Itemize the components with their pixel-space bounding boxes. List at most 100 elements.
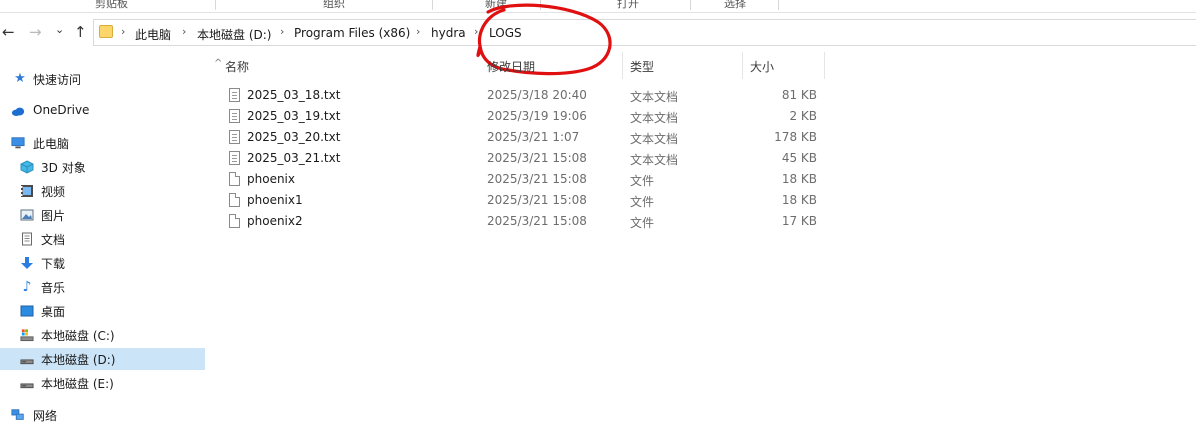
file-date: 2025/3/21 15:08 (487, 193, 587, 207)
sidebar-item-label: 文档 (41, 233, 66, 247)
sidebar-item-label: 视频 (41, 185, 66, 199)
breadcrumb-separator[interactable]: › (416, 25, 420, 38)
sidebar-item-label: 快速访问 (33, 73, 82, 87)
file-size: 45 KB (781, 151, 817, 165)
file-date: 2025/3/18 20:40 (487, 88, 587, 102)
file-name: phoenix1 (247, 193, 303, 207)
file-row[interactable]: 2025_03_20.txt 2025/3/21 1:07 文本文档 178 K… (207, 127, 827, 148)
ribbon-label-open[interactable]: 打开 (617, 0, 639, 11)
breadcrumb-hydra[interactable]: hydra (431, 26, 466, 40)
ribbon-strip: 剪贴板 组织 新建 打开 选择 (0, 0, 1196, 13)
column-header-label: 类型 (630, 60, 655, 74)
sidebar-item-network[interactable]: 网络 (0, 404, 205, 426)
sidebar-item-label: 桌面 (41, 305, 66, 319)
forward-button[interactable]: → (29, 24, 42, 40)
file-row[interactable]: phoenix1 2025/3/21 15:08 文件 18 KB (207, 190, 827, 211)
file-type: 文件 (630, 174, 655, 188)
file-size: 81 KB (781, 88, 817, 102)
sidebar-item-documents[interactable]: 文档 (0, 228, 205, 250)
picture-icon (20, 208, 34, 222)
sidebar-item-label: 图片 (41, 209, 66, 223)
sidebar-item-music[interactable]: ♪ 音乐 (0, 276, 205, 298)
file-name: 2025_03_19.txt (247, 109, 341, 123)
file-size: 18 KB (781, 172, 817, 186)
video-icon (20, 184, 34, 198)
breadcrumb-separator[interactable]: › (121, 25, 125, 38)
sidebar-item-label: 3D 对象 (41, 161, 86, 175)
ribbon-label-organize[interactable]: 组织 (323, 0, 345, 11)
file-type: 文本文档 (630, 111, 679, 125)
drive-icon (20, 376, 34, 390)
breadcrumb-separator[interactable]: › (280, 25, 284, 38)
file-name: 2025_03_18.txt (247, 88, 341, 102)
breadcrumb-program-files[interactable]: Program Files (x86) (294, 26, 410, 40)
column-header-type[interactable]: 类型 (623, 52, 743, 79)
sidebar-item-quick-access[interactable]: ★ 快速访问 (0, 68, 205, 90)
back-button[interactable]: ← (2, 24, 15, 40)
text-file-icon (229, 130, 240, 144)
ribbon-label-clipboard[interactable]: 剪贴板 (95, 0, 128, 11)
star-icon: ★ (14, 71, 26, 86)
file-type: 文本文档 (630, 90, 679, 104)
column-header-size[interactable]: 大小 (743, 52, 825, 79)
breadcrumb-separator[interactable]: › (182, 25, 186, 38)
sidebar-item-pictures[interactable]: 图片 (0, 204, 205, 226)
breadcrumb-separator[interactable]: › (474, 25, 478, 38)
document-icon (20, 232, 34, 246)
file-type: 文件 (630, 195, 655, 209)
column-header-label: 修改日期 (487, 60, 536, 74)
ribbon-separator (778, 0, 779, 10)
recent-locations-dropdown[interactable]: ⌄ (55, 22, 64, 38)
cloud-icon (11, 104, 25, 118)
sidebar-item-videos[interactable]: 视频 (0, 180, 205, 202)
ribbon-separator (432, 0, 433, 10)
navigation-bar: ← → ⌄ ↑ › 此电脑 › 本地磁盘 (D:) › Program File… (0, 16, 1196, 48)
file-size: 18 KB (781, 193, 817, 207)
file-name: phoenix (247, 172, 295, 186)
file-row[interactable]: 2025_03_21.txt 2025/3/21 15:08 文本文档 45 K… (207, 148, 827, 169)
column-header-label: 名称 (225, 60, 250, 74)
sidebar-item-label: 下载 (41, 257, 66, 271)
sidebar-item-onedrive[interactable]: OneDrive (0, 100, 205, 122)
sidebar-item-label: 本地磁盘 (E:) (41, 377, 114, 391)
column-header-name[interactable]: 名称 ^ (207, 52, 480, 79)
file-row[interactable]: phoenix2 2025/3/21 15:08 文件 17 KB (207, 211, 827, 232)
sidebar-item-desktop[interactable]: 桌面 (0, 300, 205, 322)
file-type: 文本文档 (630, 132, 679, 146)
breadcrumb-this-pc[interactable]: 此电脑 (135, 26, 171, 43)
text-file-icon (229, 109, 240, 123)
sidebar-item-drive-e[interactable]: 本地磁盘 (E:) (0, 372, 205, 394)
ribbon-separator (690, 0, 691, 10)
breadcrumb-logs[interactable]: LOGS (489, 26, 522, 40)
cube-icon (20, 160, 34, 174)
file-size: 178 KB (774, 130, 817, 144)
file-row[interactable]: 2025_03_19.txt 2025/3/19 19:06 文本文档 2 KB (207, 106, 827, 127)
sidebar-item-this-pc[interactable]: 此电脑 (0, 132, 205, 154)
ribbon-label-select[interactable]: 选择 (724, 0, 746, 11)
drive-icon (20, 352, 34, 366)
breadcrumb-drive-d[interactable]: 本地磁盘 (D:) (197, 26, 271, 43)
sidebar-item-drive-c[interactable]: 本地磁盘 (C:) (0, 324, 205, 346)
file-icon (229, 193, 240, 207)
file-row[interactable]: phoenix 2025/3/21 15:08 文件 18 KB (207, 169, 827, 190)
file-size: 17 KB (781, 214, 817, 228)
file-size: 2 KB (789, 109, 817, 123)
file-icon (229, 172, 240, 186)
column-header-label: 大小 (750, 60, 775, 74)
sidebar-item-drive-d[interactable]: 本地磁盘 (D:) (0, 348, 205, 370)
drive-icon (20, 328, 34, 342)
computer-icon (11, 136, 25, 150)
address-bar[interactable]: › 此电脑 › 本地磁盘 (D:) › Program Files (x86) … (93, 19, 1196, 46)
sidebar-item-3d-objects[interactable]: 3D 对象 (0, 156, 205, 178)
file-type: 文件 (630, 216, 655, 230)
file-name: 2025_03_21.txt (247, 151, 341, 165)
ribbon-label-new[interactable]: 新建 (485, 0, 507, 11)
sidebar-item-downloads[interactable]: 下载 (0, 252, 205, 274)
navigation-pane: ★ 快速访问 OneDrive 此电脑 3D 对象 视频 图片 文档 下载 ♪ … (0, 58, 206, 447)
file-row[interactable]: 2025_03_18.txt 2025/3/18 20:40 文本文档 81 K… (207, 85, 827, 106)
file-type: 文本文档 (630, 153, 679, 167)
up-button[interactable]: ↑ (74, 24, 87, 40)
column-header-date[interactable]: 修改日期 (480, 52, 623, 79)
file-date: 2025/3/21 15:08 (487, 151, 587, 165)
ribbon-separator (215, 0, 216, 10)
